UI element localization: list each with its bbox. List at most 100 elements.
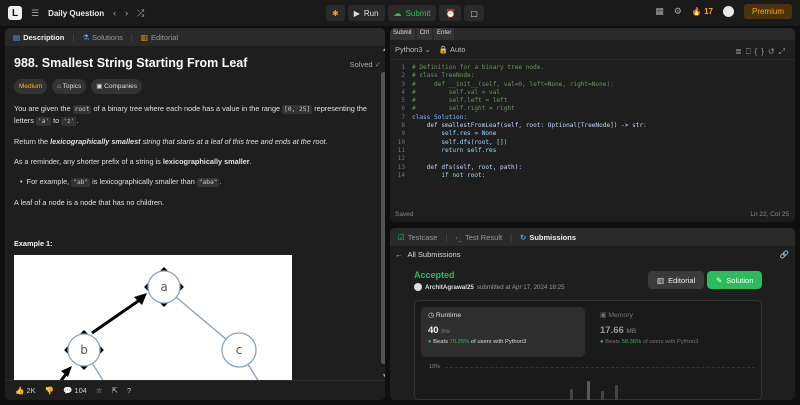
tree-node-label: c bbox=[236, 343, 243, 357]
problem-paragraph: A leaf of a node is a node that has no c… bbox=[14, 198, 165, 207]
book-icon: ▥ bbox=[140, 32, 148, 42]
memory-unit: MB bbox=[626, 328, 637, 335]
problem-list-label[interactable]: Daily Question bbox=[48, 9, 104, 18]
like-button[interactable]: 👍 2K bbox=[15, 386, 36, 395]
companies-chip[interactable]: ▣ Companies bbox=[91, 79, 143, 94]
line-number: 8 bbox=[401, 122, 405, 130]
username[interactable]: ArchitAgrawal25 bbox=[425, 284, 474, 291]
line-number: 10 bbox=[397, 138, 405, 146]
language-select[interactable]: Python3 ⌄ bbox=[395, 45, 431, 54]
code-text: if not root: bbox=[412, 171, 486, 179]
line-number: 9 bbox=[401, 130, 405, 138]
help-icon[interactable]: ? bbox=[127, 386, 131, 395]
example-title: Example 1: bbox=[14, 239, 53, 248]
favorite-star-icon[interactable]: ☆ bbox=[96, 386, 103, 395]
tab-submissions-label: Submissions bbox=[529, 232, 577, 242]
autocomplete-toggle[interactable]: 🔒 Auto bbox=[439, 45, 465, 54]
tab-divider: | bbox=[130, 32, 133, 42]
beats-text: Beats bbox=[605, 339, 620, 345]
all-submissions-link[interactable]: ← All Submissions 🔗 bbox=[390, 246, 795, 262]
chevron-down-icon: ⌄ bbox=[424, 45, 431, 54]
list-icon[interactable]: ☰ bbox=[31, 8, 39, 19]
dislike-button[interactable]: 👎 bbox=[45, 386, 54, 395]
settings-icon[interactable]: ⚙ bbox=[674, 6, 682, 17]
next-problem-icon[interactable]: › bbox=[125, 8, 128, 18]
run-button[interactable]: ▶ Run bbox=[347, 5, 385, 21]
code-text: # self.left = left bbox=[412, 97, 508, 105]
user-avatar[interactable] bbox=[722, 6, 734, 17]
distribution-bar[interactable] bbox=[587, 381, 590, 400]
distribution-bar[interactable] bbox=[615, 385, 618, 400]
memory-card[interactable]: ▣ Memory 17.66 MB ● Beats 58.36% of user… bbox=[593, 307, 757, 357]
editorial-button[interactable]: ▥ Editorial bbox=[648, 271, 705, 289]
topics-label: Topics bbox=[62, 83, 82, 90]
book-icon: ▥ bbox=[657, 275, 665, 285]
link-icon[interactable]: 🔗 bbox=[780, 250, 789, 259]
beats-text: of users with Python3 bbox=[642, 339, 699, 345]
scroll-up-icon[interactable]: ▲ bbox=[382, 47, 385, 53]
line-number: 13 bbox=[397, 163, 405, 171]
code-area[interactable]: 1 # Definition for a binary tree node. 2 #… bbox=[390, 64, 795, 180]
flask-icon: ⚗ bbox=[82, 32, 90, 42]
share-icon[interactable]: ⇱ bbox=[112, 386, 118, 395]
text: Return the bbox=[14, 137, 49, 146]
problem-chips: Medium ⌂ Topics ▣ Companies bbox=[14, 79, 369, 94]
tree-node-label: b bbox=[80, 343, 88, 357]
line-number: 12 bbox=[397, 155, 405, 163]
runtime-card[interactable]: ◷ Runtime 40 ms ● Beats 70.25% of users … bbox=[421, 307, 585, 357]
premium-button[interactable]: Premium bbox=[743, 4, 792, 19]
streak-counter[interactable]: 🔥 17 bbox=[692, 7, 713, 16]
scroll-down-icon[interactable]: ▼ bbox=[382, 373, 385, 379]
code-line: 12 bbox=[390, 155, 795, 163]
tab-solutions[interactable]: ⚗ Solutions bbox=[82, 33, 123, 42]
checkbox-icon: ☑ bbox=[398, 232, 405, 242]
tab-testcase[interactable]: ☑ Testcase bbox=[398, 233, 437, 242]
tab-editorial[interactable]: ▥ Editorial bbox=[141, 33, 178, 42]
distribution-bar[interactable] bbox=[570, 389, 573, 400]
description-scrollbar[interactable] bbox=[381, 72, 385, 364]
beats-text: Beats bbox=[433, 339, 448, 345]
save-status: Saved bbox=[395, 211, 414, 218]
line-number: 14 bbox=[397, 171, 405, 179]
text: of a binary tree where each node has a v… bbox=[93, 104, 281, 113]
editorial-label: Editorial bbox=[668, 275, 696, 285]
braces-icon[interactable]: {} bbox=[755, 47, 768, 56]
bookmark-icon[interactable]: ⎕ bbox=[746, 47, 755, 56]
prev-problem-icon[interactable]: ‹ bbox=[113, 8, 116, 18]
history-icon: ↻ bbox=[520, 232, 527, 242]
debug-button[interactable]: ✱ bbox=[326, 5, 345, 21]
topics-chip[interactable]: ⌂ Topics bbox=[52, 79, 87, 94]
comments-button[interactable]: 💬 104 bbox=[63, 386, 87, 395]
thumbs-down-icon: 👎 bbox=[44, 386, 54, 395]
code-text: return self.res bbox=[412, 146, 497, 154]
run-label: Run bbox=[363, 8, 379, 18]
inline-code: root bbox=[72, 105, 92, 114]
editor-actions: ≣⎕{}↺⤢ bbox=[735, 47, 789, 57]
notes-button[interactable]: ▢ bbox=[464, 5, 484, 21]
expand-icon[interactable]: ⤢ bbox=[779, 47, 789, 56]
leetcode-logo[interactable]: L bbox=[8, 6, 22, 20]
distribution-bar[interactable] bbox=[601, 391, 604, 400]
tab-submissions[interactable]: ↻ Submissions bbox=[520, 233, 576, 242]
reset-icon[interactable]: ↺ bbox=[768, 47, 779, 56]
thumbs-up-icon: 👍 bbox=[15, 386, 25, 395]
code-line: 6 # self.right = right bbox=[390, 105, 795, 113]
layout-icon[interactable]: ▦ bbox=[655, 6, 664, 17]
memory-value: 17.66 bbox=[600, 325, 624, 336]
tab-description[interactable]: ▤ Description bbox=[13, 33, 64, 42]
code-text: class Solution: bbox=[412, 113, 468, 121]
submit-label: Submit bbox=[405, 8, 431, 18]
tab-divider: | bbox=[510, 232, 513, 242]
emphasis: lexicographically smaller bbox=[162, 157, 250, 166]
line-number: 5 bbox=[401, 97, 405, 105]
submission-time: submitted at Apr 17, 2024 18:25 bbox=[476, 283, 565, 291]
tab-test-result[interactable]: ›_ Test Result bbox=[455, 233, 502, 242]
timer-button[interactable]: ⏰ bbox=[439, 5, 462, 21]
code-text: # class TreeNode: bbox=[412, 72, 475, 80]
format-icon[interactable]: ≣ bbox=[735, 47, 746, 56]
play-icon: ▶ bbox=[353, 8, 360, 18]
problem-title: 988. Smallest String Starting From Leaf bbox=[14, 56, 248, 70]
shuffle-icon[interactable]: ⤮ bbox=[137, 8, 144, 19]
solution-button[interactable]: ✎ Solution bbox=[707, 271, 763, 289]
submit-button[interactable]: ☁ Submit bbox=[387, 5, 437, 21]
